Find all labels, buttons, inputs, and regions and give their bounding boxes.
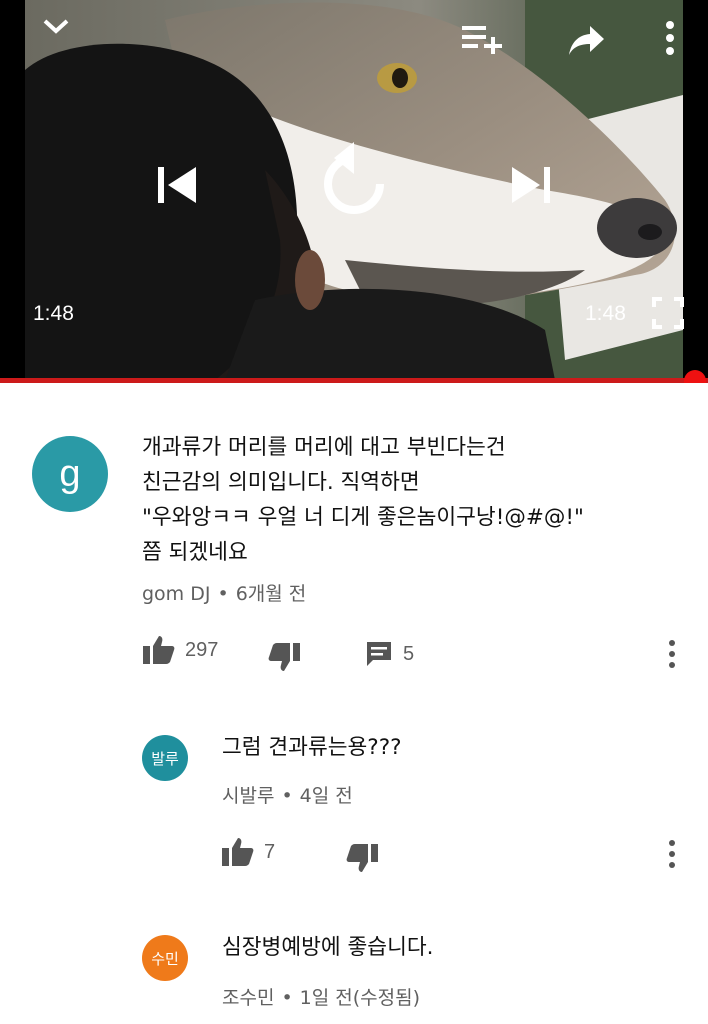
add-to-queue-icon[interactable] bbox=[462, 24, 504, 54]
duration: 1:48 bbox=[585, 302, 626, 325]
video-player[interactable]: 1:48 1:48 bbox=[0, 0, 708, 383]
current-time: 1:48 bbox=[33, 302, 74, 325]
thumbs-up-icon bbox=[222, 838, 254, 866]
next-icon[interactable] bbox=[510, 165, 552, 205]
comment-time: 6개월 전 bbox=[235, 583, 307, 605]
avatar[interactable]: 발루 bbox=[142, 735, 188, 781]
reply-count: 5 bbox=[403, 642, 415, 665]
more-vert-icon[interactable] bbox=[664, 20, 676, 56]
reply-time: 1일 전(수정됨) bbox=[299, 987, 421, 1009]
previous-icon[interactable] bbox=[156, 165, 198, 205]
avatar[interactable]: 수민 bbox=[142, 935, 188, 981]
thumbs-down-icon[interactable] bbox=[346, 844, 378, 872]
comment-author[interactable]: gom DJ bbox=[142, 583, 210, 605]
replies-button[interactable]: 5 bbox=[365, 640, 414, 668]
comment-text: 개과류가 머리를 머리에 대고 부빈다는건 친근감의 의미입니다. 직역하면 "… bbox=[142, 435, 584, 565]
reply-more-icon[interactable] bbox=[668, 840, 676, 873]
thumbs-down-icon[interactable] bbox=[268, 643, 300, 671]
reply-meta: 시발루 • 4일 전 bbox=[222, 785, 353, 807]
reply-text: 그럼 견과류는용??? bbox=[222, 735, 402, 760]
reply-time: 4일 전 bbox=[299, 785, 353, 807]
like-count: 297 bbox=[185, 638, 219, 661]
comment-icon bbox=[367, 642, 391, 666]
reply-author[interactable]: 조수민 bbox=[222, 987, 274, 1009]
progress-bar[interactable] bbox=[0, 378, 708, 383]
reply-text: 심장병예방에 좋습니다. bbox=[222, 935, 434, 960]
comment-meta: gom DJ • 6개월 전 bbox=[142, 583, 307, 605]
like-button[interactable]: 7 bbox=[222, 838, 275, 866]
share-icon[interactable] bbox=[568, 24, 606, 56]
progress-scrubber[interactable] bbox=[684, 370, 706, 383]
reply-meta: 조수민 • 1일 전(수정됨) bbox=[222, 987, 421, 1009]
chevron-down-icon[interactable] bbox=[42, 18, 70, 36]
fullscreen-icon[interactable] bbox=[652, 297, 684, 329]
avatar[interactable]: g bbox=[32, 436, 108, 512]
replay-icon[interactable] bbox=[320, 140, 388, 220]
like-button[interactable]: 297 bbox=[143, 636, 218, 664]
like-count: 7 bbox=[264, 840, 276, 863]
reply-author[interactable]: 시발루 bbox=[222, 785, 274, 807]
thumbs-up-icon bbox=[143, 636, 175, 664]
comment-more-icon[interactable] bbox=[668, 640, 676, 673]
